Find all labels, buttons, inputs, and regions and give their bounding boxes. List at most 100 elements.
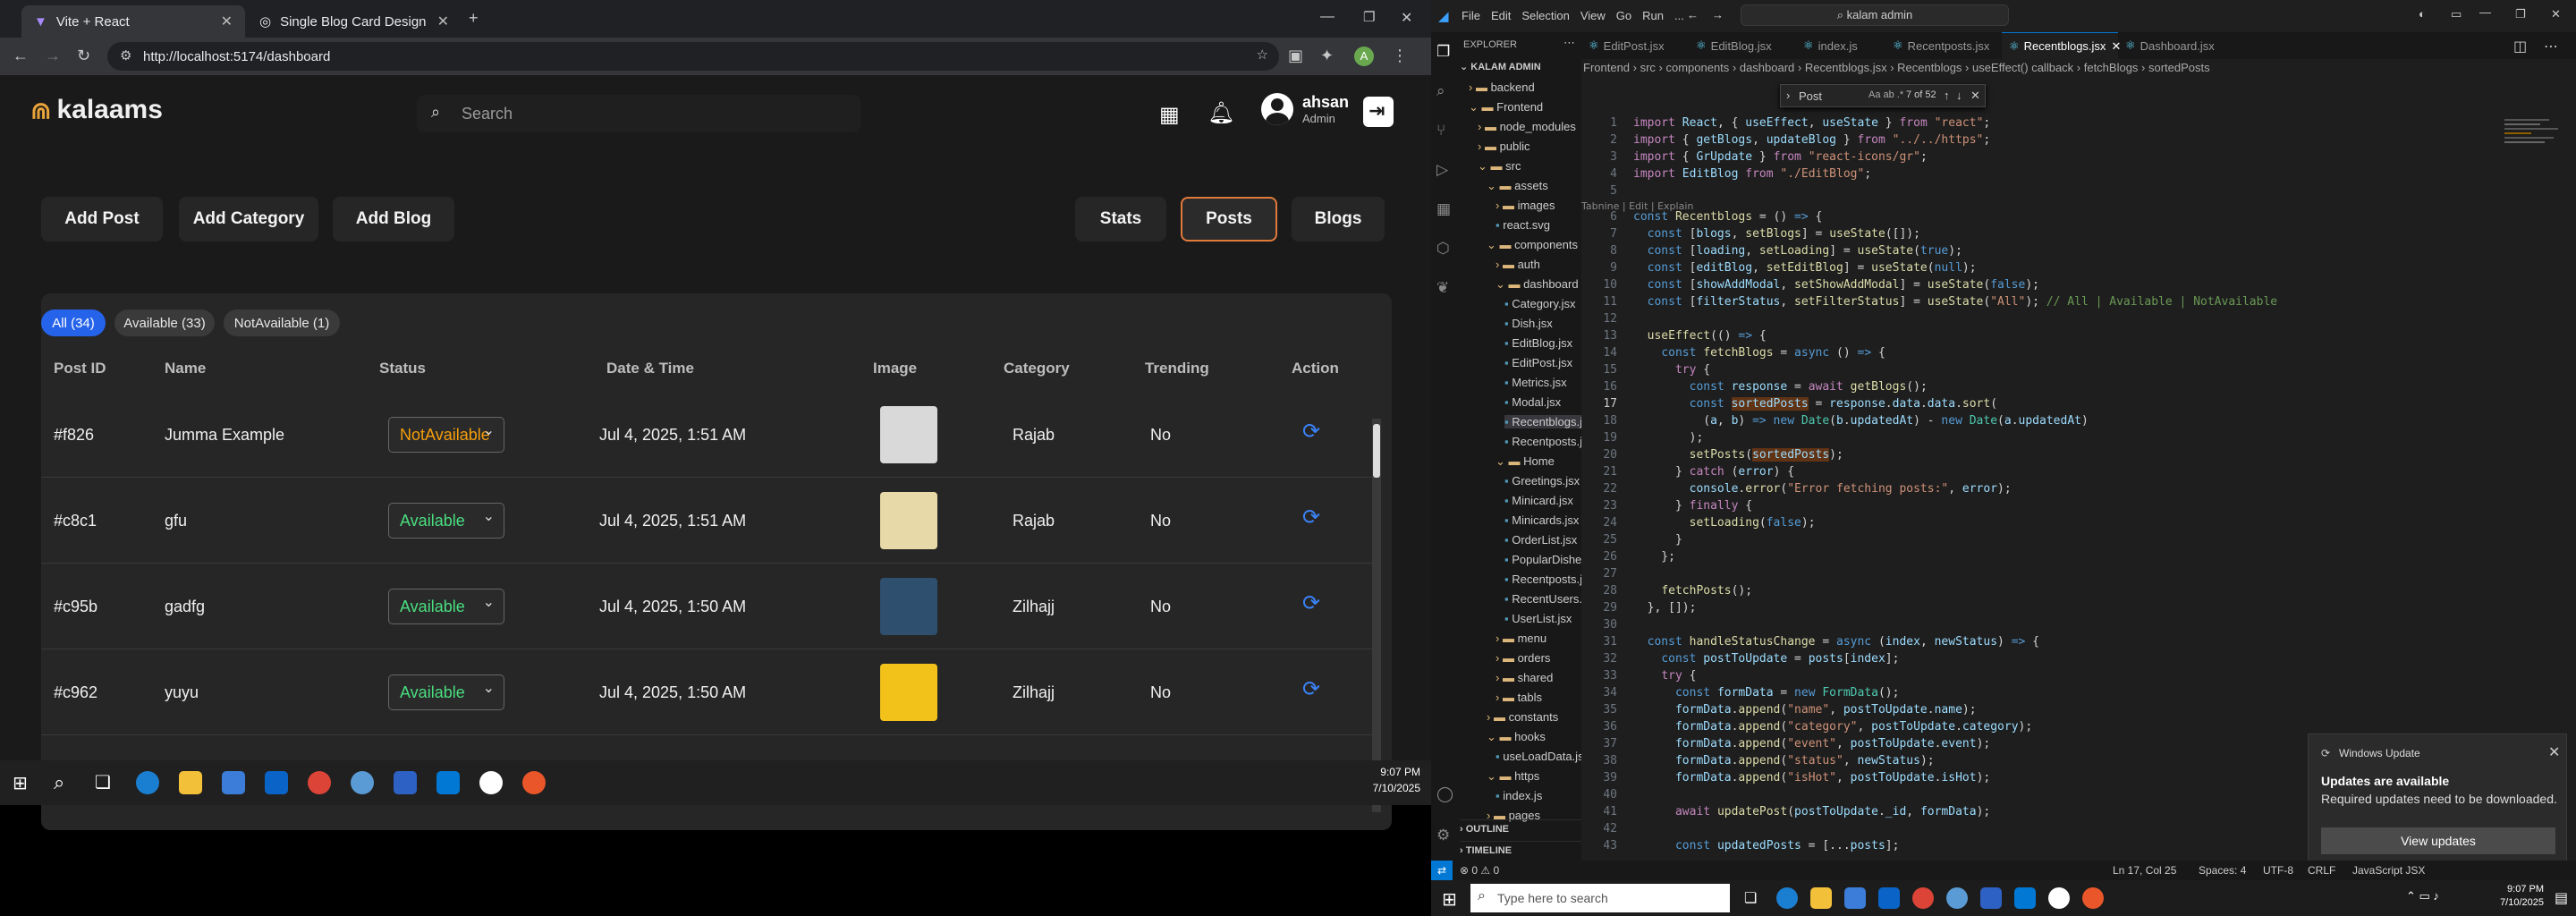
store-icon[interactable]	[222, 771, 245, 794]
eol[interactable]: CRLF	[2308, 864, 2335, 877]
remote-icon[interactable]: ⇄	[1431, 861, 1453, 880]
find-input[interactable]: Post	[1799, 89, 1822, 103]
tree-file[interactable]: ▪ Metrics.jsx	[1504, 376, 1567, 389]
layout-icon[interactable]: ▭	[2451, 7, 2462, 21]
indentation[interactable]: Spaces: 4	[2199, 864, 2246, 877]
nav-forward-icon[interactable]: →	[1712, 8, 1724, 21]
tab-stats[interactable]: Stats	[1075, 197, 1166, 242]
postman-icon[interactable]	[2082, 887, 2104, 909]
tree-file[interactable]: ▪ Dish.jsx	[1504, 317, 1553, 330]
code-line[interactable]: }	[1633, 533, 1682, 547]
code-line[interactable]: import { getBlogs, updateBlog } from "..…	[1633, 133, 1990, 147]
filter-not-available[interactable]: NotAvailable (1)	[224, 310, 340, 336]
file-explorer-icon[interactable]	[179, 771, 202, 794]
search-input[interactable]: ⌕ Search	[417, 95, 860, 132]
tree-file[interactable]: ▪ react.svg	[1496, 218, 1550, 232]
tree-file[interactable]: ▪ UserList.jsx	[1504, 612, 1572, 625]
gear-icon[interactable]: ⚙	[1436, 827, 1450, 844]
maximize-icon[interactable]: ❐	[1363, 9, 1375, 25]
code-line[interactable]: const sortedPosts = response.data.data.s…	[1633, 397, 1997, 411]
tree-folder[interactable]: › ▬ menu	[1496, 632, 1546, 645]
source-control-icon[interactable]: ⑂	[1436, 122, 1445, 140]
tab-posts[interactable]: Posts	[1181, 197, 1277, 242]
minimize-icon[interactable]: —	[2479, 5, 2491, 19]
tree-folder[interactable]: › ▬ shared	[1496, 671, 1553, 684]
tree-file[interactable]: ▪ Minicards.jsx	[1504, 513, 1579, 527]
account-icon[interactable]: ◯	[1436, 785, 1453, 803]
arrow-up-icon[interactable]: ↑	[1944, 89, 1950, 102]
tree-file[interactable]: ▪ Recentblogs.jsx	[1504, 415, 1581, 428]
tree-folder[interactable]: ⌄ ▬ components	[1487, 238, 1578, 252]
code-line[interactable]: formData.append("category", postToUpdate…	[1633, 720, 2032, 734]
close-icon[interactable]: ✕	[2551, 7, 2561, 21]
code-line[interactable]: import React, { useEffect, useState } fr…	[1633, 116, 1990, 130]
code-line[interactable]: try {	[1633, 363, 1710, 377]
tree-file[interactable]: ▪ Recentposts.jsx	[1504, 572, 1581, 586]
tree-folder[interactable]: › ▬ node_modules	[1478, 120, 1576, 133]
grid-icon[interactable]: ▦	[1159, 102, 1180, 128]
tree-folder[interactable]: › ▬ public	[1478, 140, 1530, 153]
command-center[interactable]: ⌕ kalam admin	[1741, 4, 2009, 26]
tree-folder[interactable]: › ▬ tabls	[1496, 691, 1542, 704]
mongodb-icon[interactable]: ❦	[1436, 279, 1449, 297]
code-line[interactable]: formData.append("isHot", postToUpdate.is…	[1633, 771, 1990, 785]
menu-item[interactable]: Selection	[1521, 9, 1569, 22]
status-select[interactable]: Available	[388, 503, 504, 539]
chrome-icon[interactable]	[308, 771, 331, 794]
tree-file[interactable]: ▪ Minicard.jsx	[1504, 494, 1573, 507]
tree-file[interactable]: ▪ useLoadData.js	[1496, 750, 1581, 763]
code-line[interactable]: setPosts(sortedPosts);	[1633, 448, 1843, 462]
code-line[interactable]: await updatePost(postToUpdate._id, formD…	[1633, 805, 1990, 818]
code-line[interactable]: (a, b) => new Date(b.updatedAt) - new Da…	[1633, 414, 2089, 428]
app-icon[interactable]	[479, 771, 503, 794]
reload-icon[interactable]: ↻	[77, 47, 90, 65]
encoding[interactable]: UTF-8	[2263, 864, 2293, 877]
menu-item[interactable]: Run	[1642, 9, 1664, 22]
code-line[interactable]: const response = await getBlogs();	[1633, 380, 1928, 394]
back-icon[interactable]: ←	[13, 47, 29, 65]
code-line[interactable]: const handleStatusChange = async (index,…	[1633, 635, 2039, 649]
add-post-button[interactable]: Add Post	[41, 197, 163, 242]
browser-tab-blog[interactable]: ◎ Single Blog Card Design ✕	[247, 5, 462, 38]
copilot-icon[interactable]: ◐	[2419, 7, 2426, 21]
code-line[interactable]: } catch (error) {	[1633, 465, 1794, 479]
nav-back-icon[interactable]: ←	[1687, 8, 1699, 21]
zoom-icon[interactable]	[394, 771, 417, 794]
code-line[interactable]: import { GrUpdate } from "react-icons/gr…	[1633, 150, 1928, 164]
tree-folder[interactable]: ⌄ ▬ Frontend	[1469, 100, 1543, 114]
cursor-position[interactable]: Ln 17, Col 25	[2113, 864, 2176, 877]
close-icon[interactable]: ✕	[1970, 89, 1980, 103]
windows-start-icon[interactable]: ⊞	[1442, 888, 1457, 911]
view-updates-button[interactable]: View updates	[2321, 827, 2555, 854]
code-line[interactable]: const updatedPosts = [...posts];	[1633, 839, 1899, 852]
tree-file[interactable]: ▪ Modal.jsx	[1504, 395, 1561, 409]
status-select[interactable]: Available	[388, 674, 504, 710]
app-icon[interactable]	[2048, 887, 2070, 909]
code-line[interactable]: const [blogs, setBlogs] = useState([]);	[1633, 227, 1920, 241]
code-line[interactable]: const Recentblogs = () => {	[1633, 210, 1822, 224]
postman-icon[interactable]	[522, 771, 546, 794]
code-line[interactable]: import EditBlog from "./EditBlog";	[1633, 167, 1871, 181]
remote-icon[interactable]: ⬡	[1436, 240, 1450, 258]
new-tab-icon[interactable]: +	[469, 9, 479, 28]
chrome-icon[interactable]	[1912, 887, 1934, 909]
language-mode[interactable]: JavaScript JSX	[2352, 864, 2425, 877]
editor-tab[interactable]: ⚛ EditBlog.jsx	[1689, 32, 1796, 59]
editor-tab[interactable]: ⚛ Recentblogs.jsx ✕	[2002, 32, 2121, 59]
update-icon[interactable]: ⟳	[1302, 590, 1320, 616]
scrollbar-thumb[interactable]	[1373, 424, 1380, 478]
outlook-icon[interactable]	[1878, 887, 1900, 909]
close-icon[interactable]: ✕	[2548, 743, 2560, 761]
bell-icon[interactable]: 🔔︎	[1208, 100, 1234, 126]
tree-file[interactable]: ▪ Recentposts.jsx	[1504, 435, 1581, 448]
tree-folder[interactable]: ⌄ ▬ src	[1478, 159, 1521, 174]
store-icon[interactable]	[1844, 887, 1866, 909]
code-line[interactable]: };	[1633, 550, 1675, 564]
extensions-puzzle-icon[interactable]: ✦	[1320, 47, 1334, 65]
logout-button[interactable]: ⇥	[1363, 97, 1394, 127]
tree-folder[interactable]: ⌄ ▬ dashboard	[1496, 277, 1579, 292]
add-blog-button[interactable]: Add Blog	[333, 197, 454, 242]
taskbar-search-input[interactable]: ⌕ Type here to search	[1470, 884, 1730, 912]
editor-tab[interactable]: ⚛ index.js	[1796, 32, 1885, 59]
tree-folder[interactable]: › ▬ orders	[1496, 651, 1550, 665]
